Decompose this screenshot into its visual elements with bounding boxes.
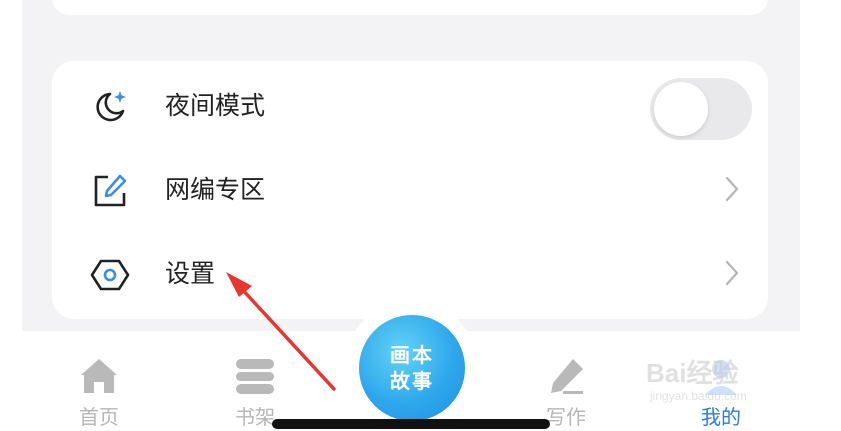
home-icon [81, 359, 117, 393]
bookshelf-icon [236, 359, 274, 394]
settings-label: 设置 [165, 259, 216, 288]
create-story-button[interactable]: 画本 故事 [359, 315, 465, 421]
home-indicator[interactable] [272, 419, 550, 429]
tab-write[interactable]: 写作 [521, 353, 611, 429]
night-mode-row[interactable]: 夜间模式 [52, 64, 768, 148]
night-mode-label: 夜间模式 [165, 91, 266, 120]
previous-card [52, 0, 768, 15]
toggle-knob [654, 82, 708, 136]
chevron-right-icon [725, 176, 739, 202]
hexagon-settings-icon [90, 259, 130, 291]
create-story-line1: 画本 [390, 343, 434, 367]
editor-zone-label: 网编专区 [165, 175, 266, 204]
moon-star-icon [96, 91, 126, 122]
edit-square-icon [94, 174, 127, 207]
chevron-right-icon [725, 260, 739, 286]
tab-home[interactable]: 首页 [54, 353, 144, 429]
night-mode-toggle[interactable] [650, 78, 752, 140]
pen-icon [551, 359, 583, 394]
watermark-url: jingyan.baidu.com [650, 389, 747, 403]
tab-bookshelf[interactable]: 书架 [210, 353, 300, 429]
watermark-brand: Bai经验 [646, 358, 739, 388]
editor-zone-row[interactable]: 网编专区 [52, 148, 768, 232]
tab-home-label: 首页 [79, 405, 119, 429]
create-story-line2: 故事 [390, 369, 434, 393]
baidu-watermark: Bai经验 jingyan.baidu.com [646, 343, 806, 403]
settings-card: 夜间模式 网编专区 设置 [52, 61, 768, 319]
tab-profile-label: 我的 [701, 405, 741, 429]
